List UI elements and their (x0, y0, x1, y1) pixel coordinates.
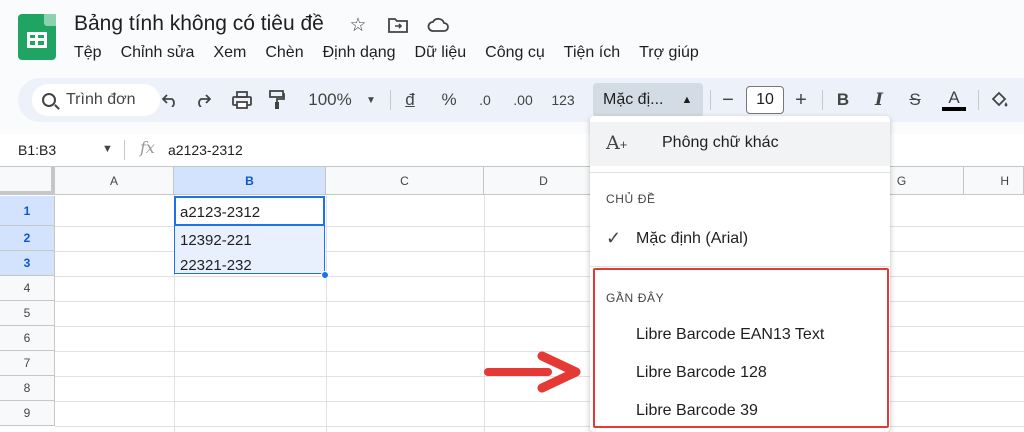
sheets-logo-icon[interactable] (18, 14, 56, 60)
menu-format[interactable]: Định dạng (323, 44, 396, 62)
arrow-annotation-icon (484, 351, 581, 393)
cell-b3[interactable]: 22321-232 (180, 257, 252, 274)
text-color-swatch (942, 107, 966, 111)
formula-divider (124, 140, 125, 160)
default-font-item[interactable]: Mặc định (Arial) (636, 230, 748, 248)
formula-input[interactable]: a2123-2312 (168, 142, 243, 158)
check-icon: ✓ (606, 228, 622, 248)
row-header-4[interactable]: 4 (0, 276, 55, 301)
print-icon[interactable] (230, 88, 254, 112)
cell-b2[interactable]: 12392-221 (180, 232, 252, 249)
toolbar-divider (390, 90, 391, 110)
redo-icon[interactable] (192, 88, 214, 112)
bold-button[interactable]: B (834, 88, 852, 112)
strikethrough-button[interactable]: S (906, 88, 924, 112)
toolbar-divider (710, 90, 711, 110)
increase-decimal-button[interactable]: .00 (510, 88, 536, 112)
menu-data[interactable]: Dữ liệu (415, 44, 467, 62)
folder-move-icon[interactable] (387, 14, 409, 36)
title-icons: ☆ (347, 14, 449, 36)
column-header-h[interactable]: H (964, 167, 1024, 195)
name-box-caret-icon[interactable]: ▼ (102, 143, 113, 155)
row-header-5[interactable]: 5 (0, 301, 55, 326)
fx-icon: fx (140, 138, 155, 157)
row-header-6[interactable]: 6 (0, 326, 55, 351)
font-size-increase-button[interactable]: + (791, 88, 811, 112)
undo-icon[interactable] (159, 88, 181, 112)
decrease-decimal-button[interactable]: .0 (474, 88, 496, 112)
theme-section-header: CHỦ ĐỀ (606, 192, 656, 206)
grid-line (484, 195, 485, 432)
fill-color-icon[interactable] (988, 88, 1010, 112)
sheets-window: Bảng tính không có tiêu đề ☆ Tệp Chỉnh s… (0, 0, 1024, 432)
menu-tools[interactable]: Công cụ (485, 44, 545, 62)
menu-search[interactable]: Trình đơn (32, 84, 160, 116)
row-header-2[interactable]: 2 (0, 226, 55, 251)
search-input[interactable]: Trình đơn (66, 91, 135, 109)
highlight-box (593, 268, 889, 428)
zoom-caret-icon[interactable]: ▼ (364, 88, 378, 112)
font-size-input[interactable]: 10 (746, 86, 784, 114)
row-header-9[interactable]: 9 (0, 401, 55, 426)
row-header-7[interactable]: 7 (0, 351, 55, 376)
menu-file[interactable]: Tệp (74, 44, 102, 62)
text-color-label: A (948, 88, 960, 107)
toolbar-divider (822, 90, 823, 110)
zoom-select[interactable]: 100% (306, 88, 354, 112)
row-header-3[interactable]: 3 (0, 251, 55, 276)
percent-format-button[interactable]: % (440, 88, 458, 112)
menu-divider (590, 266, 890, 267)
cloud-status-icon[interactable] (427, 14, 449, 36)
row-header-8[interactable]: 8 (0, 376, 55, 401)
column-header-c[interactable]: C (326, 167, 484, 195)
menu-help[interactable]: Trợ giúp (639, 44, 699, 62)
number-format-button[interactable]: 123 (548, 88, 578, 112)
grid-line (326, 195, 327, 432)
menu-extensions[interactable]: Tiện ích (564, 44, 620, 62)
menu-divider (590, 172, 890, 173)
font-select[interactable]: Mặc đị... ▲ (593, 83, 703, 117)
more-fonts-label: Phông chữ khác (662, 134, 779, 151)
menu-edit[interactable]: Chỉnh sửa (121, 44, 195, 62)
caret-up-icon: ▲ (681, 94, 693, 106)
paint-format-icon[interactable] (266, 88, 288, 112)
column-header-b[interactable]: B (174, 167, 326, 195)
star-icon[interactable]: ☆ (347, 14, 369, 36)
name-box[interactable]: B1:B3 (18, 142, 56, 158)
column-header-d[interactable]: D (484, 167, 604, 195)
toolbar-divider (978, 90, 979, 110)
menu-insert[interactable]: Chèn (265, 44, 303, 62)
menu-view[interactable]: Xem (213, 44, 246, 62)
currency-format-button[interactable]: đ (402, 88, 418, 112)
menubar: Tệp Chỉnh sửa Xem Chèn Định dạng Dữ liệu… (74, 44, 718, 62)
search-icon (42, 93, 56, 107)
font-size-decrease-button[interactable]: − (718, 88, 738, 112)
row-header-1[interactable]: 1 (0, 196, 55, 226)
fill-handle[interactable] (321, 271, 329, 279)
font-select-value: Mặc đị... (603, 91, 664, 108)
cell-b1[interactable]: a2123-2312 (180, 204, 260, 221)
italic-button[interactable]: I (870, 88, 888, 112)
column-header-a[interactable]: A (55, 167, 174, 195)
text-color-button[interactable]: A (942, 88, 966, 112)
add-font-icon: A+ (606, 132, 628, 154)
document-title[interactable]: Bảng tính không có tiêu đề (74, 12, 324, 36)
select-all-corner[interactable] (0, 167, 55, 195)
